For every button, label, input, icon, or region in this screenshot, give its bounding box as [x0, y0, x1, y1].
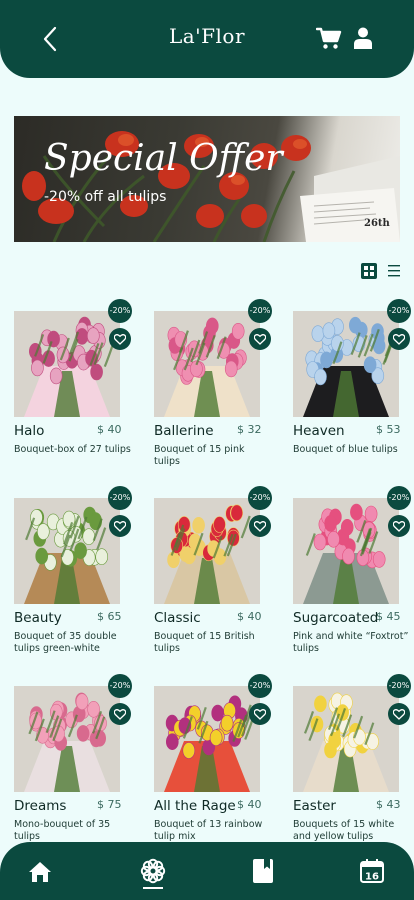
product-card[interactable]: -20% Classic $ 40 Bouquet of 15 British …	[154, 486, 274, 668]
heart-icon	[393, 708, 405, 720]
product-card[interactable]: -20% Sugarcoated $ 45 Pink and white “Fo…	[293, 486, 413, 668]
product-name: Heaven	[293, 423, 345, 439]
product-photo	[154, 686, 260, 792]
product-photo	[293, 686, 399, 792]
active-tab-indicator	[143, 887, 163, 889]
tab-catalog[interactable]	[233, 842, 293, 900]
product-name: Classic	[154, 610, 201, 626]
product-price: $ 65	[97, 610, 122, 623]
product-name: Halo	[14, 423, 45, 439]
cart-icon[interactable]	[316, 26, 342, 50]
favorite-button[interactable]	[249, 515, 271, 537]
product-price: $ 43	[376, 798, 401, 811]
product-photo	[154, 498, 260, 604]
calendar-icon: 16	[360, 859, 384, 883]
discount-badge: -20%	[387, 486, 411, 510]
product-photo	[293, 311, 399, 417]
tab-home[interactable]	[10, 842, 70, 900]
product-card[interactable]: -20% All the Rage $ 40 Bouquet of 13 rai…	[154, 674, 274, 856]
discount-badge: -20%	[387, 674, 411, 698]
discount-badge: -20%	[108, 486, 132, 510]
heart-icon	[114, 520, 126, 532]
product-price: $ 40	[237, 798, 262, 811]
favorite-button[interactable]	[388, 703, 410, 725]
product-price: $ 40	[97, 423, 122, 436]
product-card[interactable]: -20% Ballerine $ 32 Bouquet of 15 pink t…	[154, 299, 274, 481]
discount-badge: -20%	[248, 486, 272, 510]
product-description: Bouquet of 35 double tulips green-white	[14, 631, 117, 654]
favorite-button[interactable]	[109, 703, 131, 725]
product-description: Bouquet of 15 pink tulips	[154, 444, 245, 467]
bottom-tab-bar: 16	[0, 842, 414, 900]
favorite-button[interactable]	[388, 515, 410, 537]
heart-icon	[254, 708, 266, 720]
product-photo	[14, 498, 120, 604]
favorite-button[interactable]	[249, 703, 271, 725]
special-offer-banner[interactable]: 26th Special Offer -20% off all tulips	[14, 116, 400, 242]
heart-icon	[254, 333, 266, 345]
grid-view-icon[interactable]	[361, 263, 377, 279]
banner-title: Special Offer	[44, 138, 283, 179]
tab-flowers[interactable]	[123, 842, 183, 900]
favorite-button[interactable]	[109, 515, 131, 537]
product-name: Dreams	[14, 798, 67, 814]
product-price: $ 53	[376, 423, 401, 436]
product-description: Bouquets of 15 white and yellow tulips	[293, 819, 395, 842]
flower-icon	[140, 858, 166, 884]
product-photo	[14, 311, 120, 417]
favorite-button[interactable]	[109, 328, 131, 350]
user-icon[interactable]	[354, 27, 372, 49]
product-photo	[293, 498, 399, 604]
home-icon	[29, 862, 51, 882]
calendar-day: 16	[365, 872, 379, 883]
discount-badge: -20%	[108, 674, 132, 698]
product-card[interactable]: -20% Heaven $ 53 Bouquet of blue tulips	[293, 299, 413, 481]
discount-badge: -20%	[248, 674, 272, 698]
banner-subtitle: -20% off all tulips	[44, 189, 167, 205]
product-name: Easter	[293, 798, 336, 814]
svg-text:26th: 26th	[364, 218, 391, 229]
favorite-button[interactable]	[249, 328, 271, 350]
product-photo	[14, 686, 120, 792]
discount-badge: -20%	[248, 299, 272, 323]
heart-icon	[114, 333, 126, 345]
discount-badge: -20%	[108, 299, 132, 323]
product-price: $ 32	[237, 423, 262, 436]
product-name: Ballerine	[154, 423, 214, 439]
product-name: Sugarcoated	[293, 610, 379, 626]
product-description: Pink and white “Foxtrot” tulips	[293, 631, 409, 654]
product-name: Beauty	[14, 610, 62, 626]
list-view-icon[interactable]	[388, 264, 400, 277]
product-price: $ 75	[97, 798, 122, 811]
product-name: All the Rage	[154, 798, 236, 814]
product-description: Mono-bouquet of 35 tulips	[14, 819, 111, 842]
product-description: Bouquet-box of 27 tulips	[14, 444, 131, 455]
heart-icon	[393, 333, 405, 345]
app-header: La'Flor	[0, 0, 414, 78]
product-card[interactable]: -20% Halo $ 40 Bouquet-box of 27 tulips	[14, 299, 134, 481]
favorite-button[interactable]	[388, 328, 410, 350]
book-icon	[253, 859, 273, 883]
tulip-banner-image: 26th	[22, 131, 400, 242]
discount-badge: -20%	[387, 299, 411, 323]
tab-calendar[interactable]: 16	[343, 842, 403, 900]
heart-icon	[393, 520, 405, 532]
heart-icon	[254, 520, 266, 532]
product-card[interactable]: -20% Dreams $ 75 Mono-bouquet of 35 tuli…	[14, 674, 134, 856]
product-card[interactable]: -20% Beauty $ 65 Bouquet of 35 double tu…	[14, 486, 134, 668]
product-card[interactable]: -20% Easter $ 43 Bouquets of 15 white an…	[293, 674, 413, 856]
brand-logo: La'Flor	[168, 24, 246, 48]
product-description: Bouquet of blue tulips	[293, 444, 398, 455]
product-description: Bouquet of 15 British tulips	[154, 631, 255, 654]
product-price: $ 40	[237, 610, 262, 623]
heart-icon	[114, 708, 126, 720]
product-photo	[154, 311, 260, 417]
product-description: Bouquet of 13 rainbow tulip mix	[154, 819, 263, 842]
product-price: $ 45	[376, 610, 401, 623]
